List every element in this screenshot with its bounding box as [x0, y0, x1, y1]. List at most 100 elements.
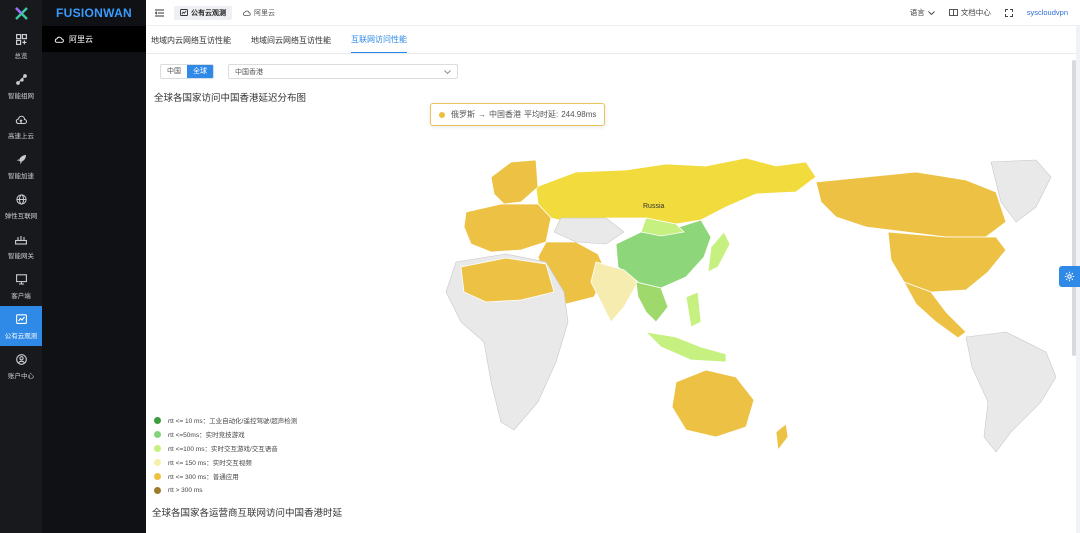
map-label-russia: Russia [643, 203, 665, 210]
map-region-philippines[interactable] [685, 291, 702, 328]
rail-label: 账户中心 [8, 372, 34, 380]
user-menu[interactable]: syscloudvpn [1027, 8, 1068, 17]
chevron-down-icon [444, 69, 451, 74]
book-icon [948, 9, 958, 16]
map-region-new-zealand[interactable] [775, 423, 789, 452]
language-dropdown[interactable]: 语言 [910, 7, 935, 18]
legend-label: rtt > 300 ms [168, 486, 203, 494]
scope-option-global[interactable]: 全球 [187, 65, 213, 78]
tab-inter-region[interactable]: 地域间云网络互访性能 [251, 35, 331, 53]
tab-internet-access[interactable]: 互联网访问性能 [351, 34, 407, 53]
tooltip-arrow: → [478, 110, 486, 119]
legend-item[interactable]: rtt <= 10 ms：工业自动化/遥控驾驶/超声检测 [154, 413, 297, 427]
map-region-north-africa[interactable] [460, 257, 555, 303]
legend-label: rtt <= 150 ms：实时交互视频 [168, 460, 252, 467]
secondary-sidebar: FUSIONWAN 阿里云 [42, 0, 146, 533]
legend-item[interactable]: rtt <=50ms：实时竞技游戏 [154, 427, 297, 441]
map-tooltip: 俄罗斯 → 中国香港 平均时延: 244.98ms [430, 103, 606, 126]
rail-label: 智能组网 [8, 92, 34, 100]
map-region-canada[interactable] [815, 171, 1007, 238]
map-region-europe[interactable] [463, 203, 552, 253]
dashboard-icon [180, 9, 188, 16]
legend-label: rtt <=50ms：实时竞技游戏 [168, 432, 245, 439]
legend-item[interactable]: rtt <=100 ms：实时交互游戏/交互语音 [154, 441, 297, 455]
icon-rail: 总览 智能组网 高速上云 智能加速 弹性互联网 智能网关 客户端 公有云观测 账… [0, 0, 42, 533]
rail-label: 总览 [14, 52, 28, 60]
tab-cloud-observe[interactable]: 公有云观测 [174, 5, 232, 20]
region-select-value: 中国香港 [235, 68, 263, 76]
network-icon [14, 73, 28, 87]
rail-item-network[interactable]: 智能组网 [0, 66, 42, 106]
docs-label: 文档中心 [960, 8, 991, 17]
rail-item-cloud-observe[interactable]: 公有云观测 [0, 306, 42, 346]
user-icon [14, 353, 28, 367]
scope-option-china[interactable]: 中国 [161, 65, 187, 78]
rail-item-overview[interactable]: 总览 [0, 26, 42, 66]
tooltip-target: 中国香港 [489, 110, 521, 119]
chevron-down-icon [927, 10, 935, 15]
world-latency-map[interactable]: Russia [306, 132, 1066, 462]
sub-tabs: 地域内云网络互访性能 地域间云网络互访性能 互联网访问性能 [146, 26, 1076, 54]
map-title: 全球各国家访问中国香港延迟分布图 [154, 93, 307, 104]
rail-item-internet[interactable]: 弹性互联网 [0, 186, 42, 226]
rail-item-client[interactable]: 客户端 [0, 266, 42, 306]
legend-label: rtt <= 300 ms：普通应用 [168, 474, 239, 481]
cloud-up-icon [14, 113, 28, 127]
legend-item[interactable]: rtt > 300 ms [154, 483, 297, 497]
legend-item[interactable]: rtt <= 300 ms：普通应用 [154, 469, 297, 483]
rail-item-cloud[interactable]: 高速上云 [0, 106, 42, 146]
rail-label: 弹性互联网 [4, 212, 38, 220]
filters: 中国 全球 中国香港 [160, 64, 458, 79]
section-title: 全球各国家各运营商互联网访问中国香港时延 [152, 508, 343, 519]
rail-label: 公有云观测 [4, 332, 38, 340]
rail-label: 高速上云 [8, 132, 34, 140]
map-region-russia[interactable] [535, 157, 817, 225]
legend-item[interactable]: rtt <= 150 ms：实时交互视频 [154, 455, 297, 469]
language-label: 语言 [909, 8, 925, 17]
tab-intra-region[interactable]: 地域内云网络互访性能 [151, 35, 231, 53]
tooltip-label: 平均时延: [524, 110, 559, 119]
map-region-australia[interactable] [671, 369, 755, 438]
router-icon [14, 233, 28, 247]
legend-swatch [154, 444, 161, 452]
tab-aliyun[interactable]: 阿里云 [236, 6, 281, 20]
rail-item-accelerate[interactable]: 智能加速 [0, 146, 42, 186]
rail-label: 客户端 [11, 292, 31, 300]
map-region-southeast-asia[interactable] [635, 281, 669, 323]
settings-gear-icon[interactable] [1059, 266, 1080, 287]
map-region-south-america[interactable] [965, 331, 1057, 453]
fullscreen-icon[interactable] [1004, 8, 1013, 17]
cloud-icon [54, 36, 64, 43]
region-select[interactable]: 中国香港 [228, 64, 458, 79]
legend-swatch [154, 472, 161, 480]
menu-toggle-icon[interactable] [148, 9, 170, 17]
docs-link[interactable]: 文档中心 [948, 7, 991, 18]
tooltip-dot [439, 111, 445, 118]
brand-logo: FUSIONWAN [55, 6, 133, 20]
legend-swatch [154, 486, 161, 494]
legend-label: rtt <= 10 ms：工业自动化/遥控驾驶/超声检测 [168, 418, 298, 425]
map-region-scandinavia[interactable] [490, 159, 539, 205]
top-bar: 公有云观测 阿里云 语言 文档中心 syscloudvpn [146, 0, 1080, 26]
map-region-japan[interactable] [707, 231, 731, 273]
scrollbar[interactable] [1072, 60, 1076, 356]
tooltip-country: 俄罗斯 [451, 110, 475, 119]
legend-swatch [154, 430, 161, 438]
legend-swatch [154, 416, 161, 424]
legend-swatch [154, 458, 161, 466]
app-logo-icon[interactable] [0, 0, 42, 26]
rail-item-gateway[interactable]: 智能网关 [0, 226, 42, 266]
rail-item-account[interactable]: 账户中心 [0, 346, 42, 386]
sidebar-item-label: 阿里云 [69, 34, 93, 44]
tab-label: 阿里云 [254, 9, 275, 17]
legend-label: rtt <=100 ms：实时交互游戏/交互语音 [168, 446, 278, 453]
rail-label: 智能加速 [8, 172, 34, 180]
cloud-icon [242, 10, 251, 16]
rail-label: 智能网关 [8, 252, 34, 260]
scope-toggle: 中国 全球 [160, 64, 214, 79]
rocket-icon [14, 153, 28, 167]
dashboard-icon [14, 313, 28, 327]
sidebar-item-aliyun[interactable]: 阿里云 [42, 26, 146, 52]
map-region-central-asia[interactable] [553, 217, 625, 245]
map-region-indonesia[interactable] [644, 331, 727, 363]
